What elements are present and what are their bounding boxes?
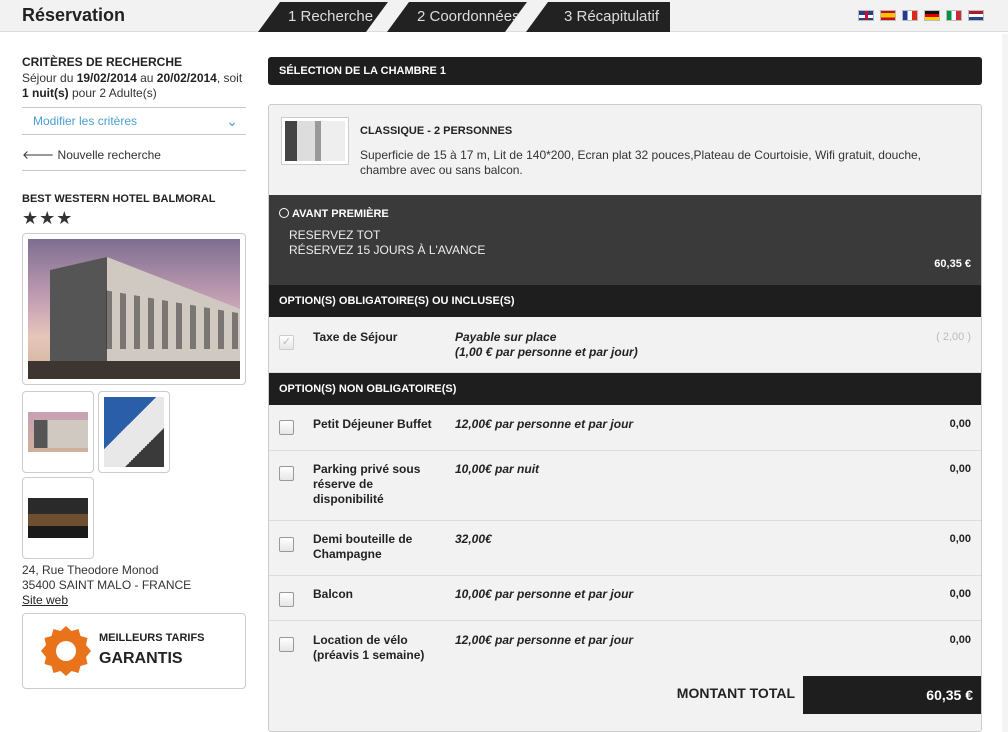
total-label: MONTANT TOTAL <box>676 685 795 701</box>
option-checkbox[interactable] <box>279 466 294 481</box>
option-value: 0,00 <box>949 533 971 545</box>
option-price: 12,00€ par personne et par jour <box>455 633 634 647</box>
sidebar: CRITÈRES DE RECHERCHE Séjour du 19/02/20… <box>22 55 246 689</box>
room-card: CLASSIQUE - 2 PERSONNES Superficie de 15… <box>269 105 981 195</box>
option-row: Location de vélo (préavis 1 semaine) 12,… <box>269 621 981 671</box>
flag-nl-icon[interactable] <box>968 10 984 21</box>
date-to: 20/02/2014 <box>156 71 217 85</box>
option-value: 0,00 <box>949 588 971 600</box>
option-checkbox[interactable] <box>279 637 294 652</box>
option-value: 0,00 <box>949 634 971 646</box>
option-row: Demi bouteille de Champagne 32,00€ 0,00 <box>269 521 981 576</box>
option-value: ( 2,00 ) <box>936 331 971 343</box>
flag-en-icon[interactable] <box>858 10 874 21</box>
address-line2: 35400 SAINT MALO - FRANCE <box>22 578 192 592</box>
photo-thumbnail[interactable] <box>98 391 170 473</box>
room-description: Superficie de 15 à 17 m, Lit de 140*200,… <box>360 148 922 177</box>
option-price: 10,00€ par personne et par jour <box>455 587 634 601</box>
criteria-heading: CRITÈRES DE RECHERCHE <box>22 55 183 69</box>
new-search-label: Nouvelle recherche <box>57 148 161 162</box>
arrow-left-icon: 🡐 <box>22 148 55 162</box>
option-name: Petit Déjeuner Buffet <box>313 417 432 431</box>
mandatory-option-row: ✓ Taxe de Séjour Payable sur place (1,00… <box>269 317 981 373</box>
option-value: 0,00 <box>949 418 971 430</box>
optional-options-heading: OPTION(S) NON OBLIGATOIRE(S) <box>269 373 981 405</box>
new-search-link[interactable]: 🡐 Nouvelle recherche <box>22 147 246 171</box>
stay-prefix: Séjour du <box>22 71 77 85</box>
badge-icon <box>41 626 91 676</box>
rate-title-label: AVANT PREMIÈRE <box>292 208 389 220</box>
stay-mid: au <box>136 71 157 85</box>
hotel-main-photo[interactable] <box>22 233 246 385</box>
option-price: 10,00€ par nuit <box>455 462 540 476</box>
room-title: CLASSIQUE - 2 PERSONNES <box>360 125 513 137</box>
modify-criteria-toggle[interactable]: Modifier les critères ⌄ <box>22 107 246 135</box>
room-selection-heading: SÉLECTION DE LA CHAMBRE 1 <box>268 57 982 85</box>
best-rates-line2: GARANTIS <box>99 650 183 667</box>
language-selector <box>858 10 984 21</box>
photo-thumbnails <box>22 391 172 559</box>
option-name: Parking privé sous réserve de disponibil… <box>313 462 421 506</box>
best-rates-line1: MEILLEURS TARIFS <box>99 632 205 644</box>
photo-thumbnail[interactable] <box>22 391 94 473</box>
option-price: 12,00€ par personne et par jour <box>455 417 634 431</box>
guests: pour 2 Adulte(s) <box>68 86 157 100</box>
chevron-down-icon: ⌄ <box>226 113 238 129</box>
rate-card: AVANT PREMIÈRE RESERVEZ TOT RÉSERVEZ 15 … <box>269 195 981 285</box>
rate-title: AVANT PREMIÈRE <box>279 208 389 220</box>
total-amount: 60,35 € <box>803 676 981 714</box>
room-panel: CLASSIQUE - 2 PERSONNES Superficie de 15… <box>268 104 982 732</box>
option-name: Location de vélo (préavis 1 semaine) <box>313 633 425 662</box>
flag-fr-icon[interactable] <box>902 10 918 21</box>
address-line1: 24, Rue Theodore Monod <box>22 563 159 577</box>
hotel-building-image <box>28 239 240 379</box>
option-name: Demi bouteille de Champagne <box>313 532 413 561</box>
option-price: 32,00€ <box>455 532 492 546</box>
flag-es-icon[interactable] <box>880 10 896 21</box>
flag-it-icon[interactable] <box>946 10 962 21</box>
step-recherche[interactable]: 1 Recherche <box>258 2 388 32</box>
modify-criteria-label: Modifier les critères <box>33 114 138 128</box>
photo-thumbnail[interactable] <box>22 477 94 559</box>
star-rating: ★★★ <box>22 208 74 228</box>
hotel-name: BEST WESTERN HOTEL BALMORAL <box>22 193 216 205</box>
option-row: Parking privé sous réserve de disponibil… <box>269 451 981 521</box>
option-checkbox-disabled: ✓ <box>279 335 294 350</box>
flag-de-icon[interactable] <box>924 10 940 21</box>
step-coordonnees[interactable]: 2 Coordonnées <box>387 2 527 32</box>
date-from: 19/02/2014 <box>76 71 137 85</box>
rate-line1: RESERVEZ TOT <box>289 228 381 242</box>
option-price: Payable sur place (1,00 € par personne e… <box>455 330 715 360</box>
rate-line2: RÉSERVEZ 15 JOURS À L'AVANCE <box>289 243 486 257</box>
best-rates-banner: MEILLEURS TARIFS GARANTIS <box>22 613 246 689</box>
option-row: Petit Déjeuner Buffet 12,00€ par personn… <box>269 405 981 451</box>
page-title: Réservation <box>22 5 126 25</box>
option-value: 0,00 <box>949 463 971 475</box>
website-link[interactable]: Site web <box>22 593 68 607</box>
option-row: Balcon 10,00€ par personne et par jour 0… <box>269 576 981 621</box>
option-name: Balcon <box>313 587 354 601</box>
option-name: Taxe de Séjour <box>313 330 398 344</box>
stay-suffix: , soit <box>216 71 243 85</box>
rate-price: 60,35 € <box>934 258 971 270</box>
clock-icon <box>279 208 289 218</box>
top-bar: Réservation 1 Recherche 2 Coordonnées 3 … <box>0 0 1008 32</box>
option-price-line1: Payable sur place <box>455 330 557 344</box>
option-price-line2: (1,00 € par personne et par jour) <box>455 345 638 359</box>
stay-summary: Séjour du 19/02/2014 au 20/02/2014, soit… <box>22 71 246 101</box>
option-checkbox[interactable] <box>279 592 294 607</box>
hotel-address: 24, Rue Theodore Monod 35400 SAINT MALO … <box>22 563 246 593</box>
room-photo[interactable] <box>281 117 349 165</box>
step-recapitulatif[interactable]: 3 Récapitulatif <box>526 2 670 32</box>
option-checkbox[interactable] <box>279 420 294 435</box>
nights: 1 nuit(s) <box>22 86 69 100</box>
page-scrollbar[interactable] <box>1002 34 1008 732</box>
mandatory-options-heading: OPTION(S) OBLIGATOIRE(S) OU INCLUSE(S) <box>269 285 981 317</box>
option-checkbox[interactable] <box>279 537 294 552</box>
